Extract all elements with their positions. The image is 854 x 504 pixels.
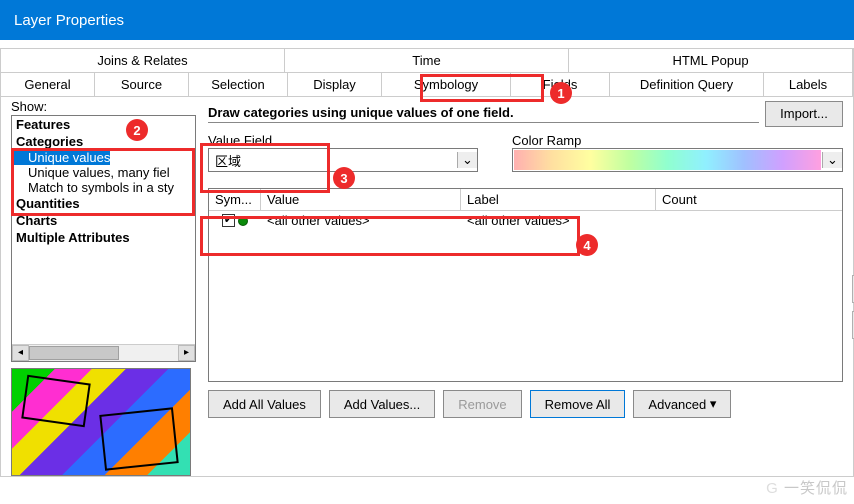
tree-match-symbols[interactable]: Match to symbols in a sty <box>12 180 195 195</box>
tab-time[interactable]: Time <box>284 48 569 73</box>
chevron-down-icon[interactable]: ⌄ <box>457 152 477 168</box>
tree-categories[interactable]: Categories <box>12 133 195 150</box>
tab-labels[interactable]: Labels <box>763 72 853 97</box>
tree-unique-values[interactable]: Unique values <box>12 150 110 165</box>
description-text: Draw categories using unique values of o… <box>208 105 759 123</box>
row-label: <all other values> <box>461 213 656 228</box>
value-field-value: 区域 <box>209 151 457 170</box>
watermark: G 一笑侃侃 <box>766 477 848 498</box>
value-field-combo[interactable]: 区域 ⌄ <box>208 148 478 172</box>
tab-html-popup[interactable]: HTML Popup <box>568 48 853 73</box>
show-label: Show: <box>11 99 196 114</box>
scroll-right-icon[interactable]: ▸ <box>178 345 195 361</box>
tab-definition-query[interactable]: Definition Query <box>609 72 764 97</box>
col-symbol[interactable]: Sym... <box>209 189 261 210</box>
tree-unique-values-many[interactable]: Unique values, many fiel <box>12 165 195 180</box>
tabs-container: Joins & Relates Time HTML Popup General … <box>0 48 854 477</box>
symbol-swatch-icon[interactable] <box>238 216 248 226</box>
scroll-thumb[interactable] <box>29 346 119 360</box>
import-button[interactable]: Import... <box>765 101 843 127</box>
chevron-down-icon[interactable]: ⌄ <box>822 152 842 168</box>
value-field-label: Value Field <box>208 133 478 148</box>
show-tree[interactable]: Features Categories Unique values Unique… <box>11 115 196 362</box>
tab-display[interactable]: Display <box>287 72 382 97</box>
symbology-preview <box>11 368 191 476</box>
add-all-values-button[interactable]: Add All Values <box>208 390 321 418</box>
scroll-left-icon[interactable]: ◂ <box>12 345 29 361</box>
color-ramp-combo[interactable]: ⌄ <box>512 148 843 172</box>
row-checkbox[interactable]: ✔ <box>222 214 235 227</box>
tab-source[interactable]: Source <box>94 72 189 97</box>
color-ramp-label: Color Ramp <box>512 133 843 148</box>
tab-general[interactable]: General <box>0 72 95 97</box>
tab-fields[interactable]: Fields <box>510 72 610 97</box>
table-row[interactable]: ✔ <all other values> <all other values> <box>209 211 842 230</box>
remove-button[interactable]: Remove <box>443 390 521 418</box>
row-value: <all other values> <box>261 213 461 228</box>
window-title: Layer Properties <box>14 12 124 29</box>
tree-quantities[interactable]: Quantities <box>12 195 195 212</box>
add-values-button[interactable]: Add Values... <box>329 390 435 418</box>
col-count[interactable]: Count <box>656 189 842 210</box>
tree-hscrollbar[interactable]: ◂ ▸ <box>12 344 195 361</box>
values-table[interactable]: Sym... Value Label Count ✔ <all other va… <box>208 188 843 382</box>
tree-features[interactable]: Features <box>12 116 195 133</box>
tree-multiple-attributes[interactable]: Multiple Attributes <box>12 229 195 246</box>
tree-charts[interactable]: Charts <box>12 212 195 229</box>
tab-joins-relates[interactable]: Joins & Relates <box>0 48 285 73</box>
col-value[interactable]: Value <box>261 189 461 210</box>
color-ramp-swatch <box>514 150 821 170</box>
advanced-button[interactable]: Advanced ▾ <box>633 390 731 418</box>
window-titlebar: Layer Properties <box>0 0 854 40</box>
tab-symbology[interactable]: Symbology <box>381 72 511 97</box>
remove-all-button[interactable]: Remove All <box>530 390 626 418</box>
col-label[interactable]: Label <box>461 189 656 210</box>
tab-selection[interactable]: Selection <box>188 72 288 97</box>
